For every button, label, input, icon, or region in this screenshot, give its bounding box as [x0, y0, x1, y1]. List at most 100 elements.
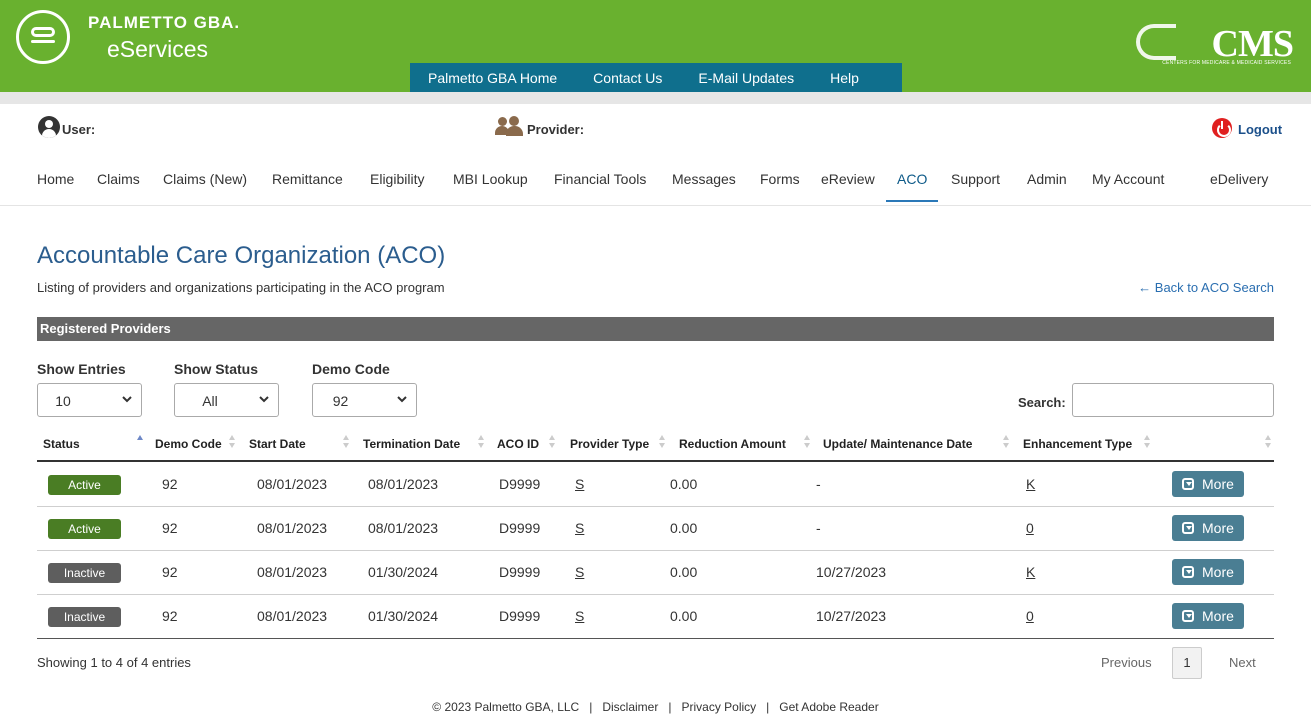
back-to-aco-search-link[interactable]: ← Back to ACO Search: [1138, 280, 1274, 295]
cell-update-date: 10/27/2023: [816, 608, 887, 624]
nav-edelivery[interactable]: eDelivery: [1210, 171, 1268, 187]
footer: © 2023 Palmetto GBA, LLC | Disclaimer | Priv…: [432, 700, 879, 714]
top-link-help[interactable]: Help: [812, 70, 877, 86]
provider-type-link[interactable]: S: [575, 476, 584, 492]
provider-label: Provider:: [527, 122, 585, 137]
nav-admin[interactable]: Admin: [1027, 171, 1067, 187]
cell-start-date: 08/01/2023: [257, 564, 328, 580]
col-status[interactable]: Status: [43, 437, 80, 451]
pagination-page-1[interactable]: 1: [1172, 647, 1202, 679]
nav-ereview[interactable]: eReview: [821, 171, 875, 187]
col-update-maintenance-date[interactable]: Update/ Maintenance Date: [823, 437, 972, 451]
nav-support[interactable]: Support: [951, 171, 1000, 187]
enhancement-type-link[interactable]: K: [1026, 564, 1035, 580]
enhancement-type-link[interactable]: 0: [1026, 520, 1034, 536]
logout-link[interactable]: Logout: [1238, 122, 1282, 137]
col-aco-id[interactable]: ACO ID: [497, 437, 539, 451]
provider-type-link[interactable]: S: [575, 520, 584, 536]
nav-financial-tools[interactable]: Financial Tools: [554, 171, 646, 187]
power-icon[interactable]: [1212, 118, 1232, 138]
provider-type-link[interactable]: S: [575, 564, 584, 580]
nav-home[interactable]: Home: [37, 171, 74, 187]
site-header: PALMETTO GBA. eServices Palmetto GBA Hom…: [0, 0, 1311, 92]
sort-icon[interactable]: [478, 435, 485, 449]
cell-start-date: 08/01/2023: [257, 608, 328, 624]
cms-logo-subtitle: CENTERS FOR MEDICARE & MEDICAID SERVICES: [1162, 60, 1291, 66]
top-link-palmetto-home[interactable]: Palmetto GBA Home: [410, 70, 575, 86]
sort-asc-icon[interactable]: [137, 435, 144, 449]
main-nav: Home Claims Claims (New) Remittance Elig…: [0, 166, 1311, 206]
nav-remittance[interactable]: Remittance: [272, 171, 343, 187]
nav-claims[interactable]: Claims: [97, 171, 140, 187]
more-button[interactable]: More: [1172, 515, 1244, 541]
top-link-contact-us[interactable]: Contact Us: [575, 70, 680, 86]
col-termination-date[interactable]: Termination Date: [363, 437, 460, 451]
col-start-date[interactable]: Start Date: [249, 437, 306, 451]
expand-icon: [1182, 522, 1194, 534]
nav-mbi-lookup[interactable]: MBI Lookup: [453, 171, 528, 187]
sort-icon[interactable]: [343, 435, 350, 449]
sort-icon[interactable]: [1265, 435, 1272, 449]
enhancement-type-link[interactable]: K: [1026, 476, 1035, 492]
sort-icon[interactable]: [229, 435, 236, 449]
footer-adobe-link[interactable]: Get Adobe Reader: [779, 700, 878, 714]
nav-my-account[interactable]: My Account: [1092, 171, 1164, 187]
col-enhancement-type[interactable]: Enhancement Type: [1023, 437, 1132, 451]
sort-icon[interactable]: [659, 435, 666, 449]
user-label: User:: [62, 122, 96, 137]
table-header: Status Demo Code Start Date Termination …: [37, 428, 1274, 462]
more-button-label: More: [1202, 564, 1234, 580]
cell-aco-id: D9999: [499, 476, 541, 492]
nav-claims-new[interactable]: Claims (New): [163, 171, 247, 187]
nav-messages[interactable]: Messages: [672, 171, 736, 187]
more-button-label: More: [1202, 476, 1234, 492]
search-input[interactable]: [1072, 383, 1274, 417]
footer-disclaimer-link[interactable]: Disclaimer: [602, 700, 658, 714]
cell-reduction-amount: 0.00: [670, 476, 698, 492]
col-reduction-amount[interactable]: Reduction Amount: [679, 437, 786, 451]
show-status-select[interactable]: All: [174, 383, 279, 417]
demo-code-value: 92: [332, 393, 349, 409]
expand-icon: [1182, 478, 1194, 490]
pagination-next[interactable]: Next: [1229, 655, 1256, 670]
nav-forms[interactable]: Forms: [760, 171, 800, 187]
nav-aco[interactable]: ACO: [897, 171, 927, 187]
user-bar: [0, 104, 1311, 152]
cell-start-date: 08/01/2023: [257, 476, 328, 492]
cell-demo-code: 92: [162, 564, 178, 580]
cell-demo-code: 92: [162, 476, 178, 492]
col-demo-code[interactable]: Demo Code: [155, 437, 222, 451]
more-button[interactable]: More: [1172, 559, 1244, 585]
sort-icon[interactable]: [1003, 435, 1010, 449]
cell-demo-code: 92: [162, 520, 178, 536]
provider-type-link[interactable]: S: [575, 608, 584, 624]
more-button[interactable]: More: [1172, 471, 1244, 497]
cell-update-date: -: [816, 520, 821, 536]
enhancement-type-link[interactable]: 0: [1026, 608, 1034, 624]
page-title: Accountable Care Organization (ACO): [37, 242, 446, 269]
palmetto-logo-icon[interactable]: [16, 10, 70, 64]
pagination-previous[interactable]: Previous: [1101, 655, 1152, 670]
footer-privacy-link[interactable]: Privacy Policy: [681, 700, 756, 714]
demo-code-label: Demo Code: [312, 361, 390, 377]
brand-name: PALMETTO GBA.: [88, 13, 241, 32]
cell-aco-id: D9999: [499, 564, 541, 580]
sort-icon[interactable]: [549, 435, 556, 449]
chevron-down-icon: [122, 396, 132, 403]
more-button[interactable]: More: [1172, 603, 1244, 629]
status-badge: Active: [48, 519, 121, 539]
status-badge: Inactive: [48, 607, 121, 627]
cell-update-date: -: [816, 476, 821, 492]
top-link-email-updates[interactable]: E-Mail Updates: [680, 70, 812, 86]
sort-icon[interactable]: [804, 435, 811, 449]
more-button-label: More: [1202, 520, 1234, 536]
show-entries-select[interactable]: 10: [37, 383, 142, 417]
nav-eligibility[interactable]: Eligibility: [370, 171, 424, 187]
sort-icon[interactable]: [1144, 435, 1151, 449]
col-provider-type[interactable]: Provider Type: [570, 437, 649, 451]
demo-code-select[interactable]: 92: [312, 383, 417, 417]
expand-icon: [1182, 566, 1194, 578]
provider-icon: [495, 116, 523, 136]
cell-reduction-amount: 0.00: [670, 520, 698, 536]
header-divider: [0, 92, 1311, 104]
